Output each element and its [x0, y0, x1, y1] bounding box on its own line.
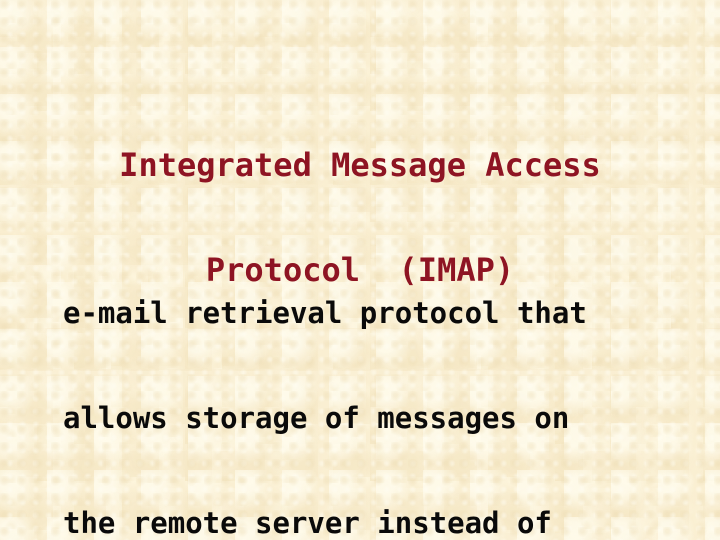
slide-body-line-1: e-mail retrieval protocol that: [63, 296, 587, 330]
slide-body-line-2: allows storage of messages on: [63, 401, 570, 435]
slide-body-line-3: the remote server instead of: [63, 506, 552, 540]
slide-title-line-1: Integrated Message Access: [119, 146, 601, 184]
slide-body-text: e-mail retrieval protocol that allows st…: [63, 226, 663, 540]
slide-content: Integrated Message Access Protocol (IMAP…: [0, 0, 720, 540]
presentation-slide: Integrated Message Access Protocol (IMAP…: [0, 0, 720, 540]
